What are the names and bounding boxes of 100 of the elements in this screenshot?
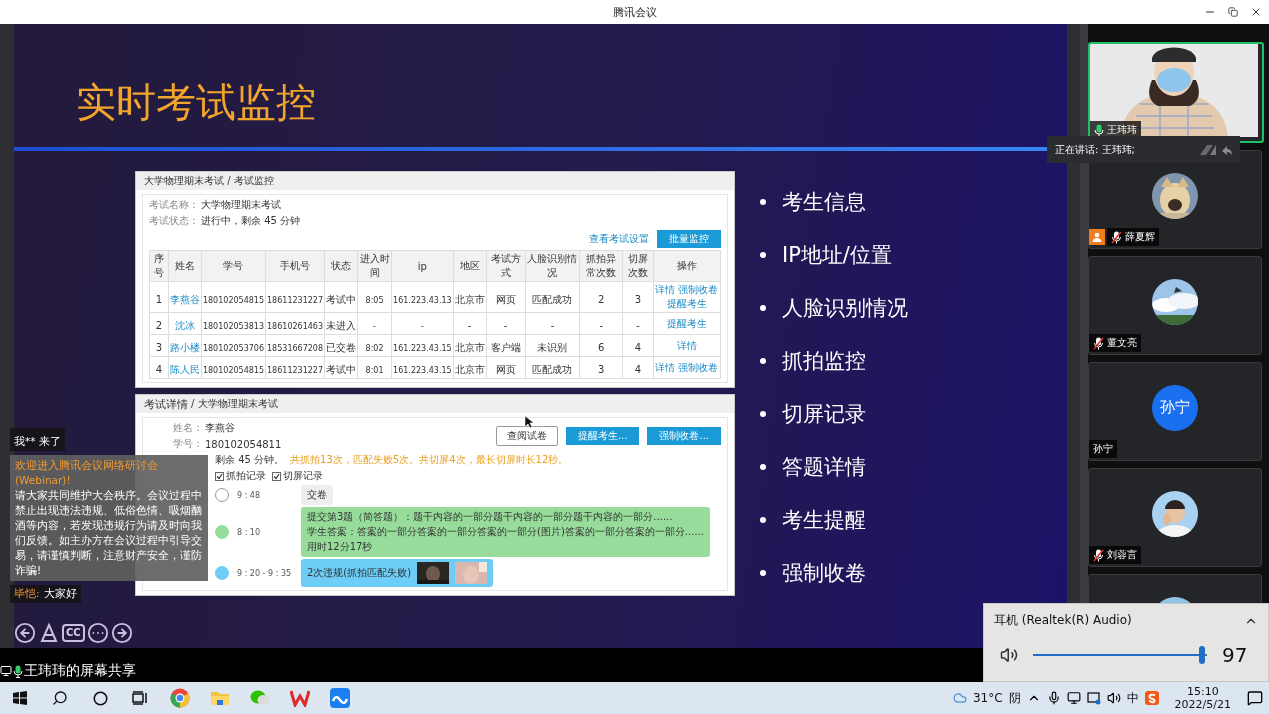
table-cell: 18611231227 xyxy=(267,295,323,305)
column-header: 状态 xyxy=(324,250,358,282)
table-cell: 考试中 xyxy=(326,364,356,375)
table-cell: 161.223.43.15 xyxy=(393,366,452,375)
bullet-text: IP地址/位置 xyxy=(782,242,892,268)
table-cell: 2 xyxy=(155,320,163,331)
column-header: 学号 xyxy=(201,250,266,282)
table-cell: - xyxy=(467,320,472,331)
table-cell: 客户端 xyxy=(490,342,521,353)
table-cell: 161.223.43.15 xyxy=(393,344,452,353)
participant-name: 薛夏辉 xyxy=(1125,230,1155,244)
column-header: 抓拍异常次数 xyxy=(579,250,623,282)
bullet-text: 切屏记录 xyxy=(782,401,866,427)
window-title: 腾讯会议 xyxy=(612,4,657,20)
bullet-text: 考生提醒 xyxy=(782,507,866,533)
table-cell: 18531667208 xyxy=(267,344,323,353)
entry-text: 交卷 xyxy=(307,488,327,502)
bullet-text: 人脸识别情况 xyxy=(782,295,908,321)
table-cell: 已交卷 xyxy=(326,342,356,353)
participant-name: 王玮玮 xyxy=(1107,123,1137,137)
chat-text: 大家好 xyxy=(43,587,77,601)
table-cell: 考试中 xyxy=(326,293,356,305)
table-cell: 匹配成功 xyxy=(532,293,573,305)
table-cell: 网页 xyxy=(495,364,516,375)
table-cell: 3 xyxy=(155,342,163,353)
participant-name: 董文亮 xyxy=(1107,336,1137,350)
bullet-text: 考生信息 xyxy=(782,189,866,215)
table-cell: 180102054815 xyxy=(202,366,264,375)
field-label: 考试名称： xyxy=(149,198,199,212)
breadcrumb: 大学物理期末考试 / 考试监控 xyxy=(144,174,274,188)
field-value: 李燕谷 xyxy=(205,421,235,435)
entry-text: 用时12分17秒 xyxy=(307,540,373,554)
table-cell: 8:05 xyxy=(365,295,384,305)
column-header: 进入时间 xyxy=(357,250,392,282)
column-header: 操作 xyxy=(653,250,721,282)
table-cell: 3 xyxy=(598,364,605,375)
chat-sender: 毕恺: xyxy=(14,587,40,601)
checkbox-label: 抓拍记录 xyxy=(226,469,266,483)
table-cell: 4 xyxy=(155,364,163,375)
timeline-time: 9 : 20 - 9 : 35 xyxy=(237,568,293,578)
table-cell: 18611231227 xyxy=(267,366,323,375)
entry-text: 2次违规(抓拍匹配失败) xyxy=(307,566,412,580)
table-cell: 2 xyxy=(598,293,605,305)
notice-text: 请大家共同维护大会秩序。会议过程中禁止出现违法违规、低俗色情、吸烟酗酒等内容，若发现违规行为请及时向我们反馈。如主办方在会议过程中引导交易，请谨慎判断，注意财产安全，谨防诈骗! xyxy=(15,488,203,578)
table-cell: - xyxy=(373,322,376,331)
table-cell: 4 xyxy=(634,364,642,375)
timeline-time: 9 : 48 xyxy=(237,490,262,500)
table-cell: - xyxy=(636,320,640,331)
column-header: 人脸识别情况 xyxy=(525,250,580,282)
table-cell: - xyxy=(420,322,424,331)
timeline-time: 8 : 10 xyxy=(237,527,262,537)
field-value: 进行中，剩余 45 分钟 xyxy=(201,214,301,228)
share-label: 王玮玮的屏幕共享 xyxy=(24,662,136,680)
table-cell: 18610261463 xyxy=(267,322,323,331)
column-header: 手机号 xyxy=(265,250,325,282)
notice-title: 欢迎进入腾讯会议网络研讨会(Webinar)! xyxy=(15,458,159,488)
exam-status: 剩余 45 分钟。 xyxy=(215,453,285,467)
table-cell: 1 xyxy=(155,293,163,305)
checkbox-label: 切屏记录 xyxy=(283,469,323,483)
table-cell: 6 xyxy=(598,342,605,353)
table-cell: 北京市 xyxy=(454,293,485,305)
column-header: 姓名 xyxy=(168,250,202,282)
chat-text: 我** 来了 xyxy=(14,435,61,447)
panel-title: 考试详情 xyxy=(144,396,188,412)
table-cell: 未进入 xyxy=(326,320,356,331)
column-header: 切屏次数 xyxy=(622,250,654,282)
table-cell: 180102054815 xyxy=(202,295,264,305)
volume-reading: 97 xyxy=(1222,643,1248,667)
breadcrumb: / 大学物理期末考试 xyxy=(191,397,278,411)
audio-device-name: 耳机 (Realtek(R) Audio) xyxy=(994,612,1132,629)
table-cell: 180102053813 xyxy=(202,322,264,331)
table-cell: 网页 xyxy=(495,293,516,305)
table-cell: - xyxy=(550,320,555,331)
column-header: 考试方式 xyxy=(486,250,526,282)
temperature: 31°C xyxy=(972,691,1003,705)
slide-title: 实时考试监控 xyxy=(76,80,317,124)
bullet-text: 抓拍监控 xyxy=(782,348,866,374)
weather-text: 阴 xyxy=(1008,689,1021,707)
participant-name: 孙宁 xyxy=(1093,442,1113,456)
column-header: 序号 xyxy=(149,250,169,282)
table-cell: 161.223.43.13 xyxy=(393,295,452,305)
column-header: ip xyxy=(391,250,454,282)
bullet-text: 强制收卷 xyxy=(782,560,866,586)
field-value: 大学物理期末考试 xyxy=(201,198,281,212)
field-label: 考试状态： xyxy=(149,214,199,228)
field-label: 学号： xyxy=(173,437,203,451)
table-cell: - xyxy=(599,320,604,331)
field-value: 180102054811 xyxy=(205,438,282,450)
table-cell: 匹配成功 xyxy=(532,364,573,375)
table-cell: 未识别 xyxy=(537,342,568,353)
participant-name: 刘蓉言 xyxy=(1107,548,1137,562)
table-cell: 180102053706 xyxy=(202,344,264,353)
table-cell: 4 xyxy=(634,342,642,353)
entry-text: 提交第3题（简答题）：题干内容的一部分题干内容的一部分题干内容的一部分...... xyxy=(307,510,673,524)
table-cell: - xyxy=(503,320,508,331)
table-cell: 3 xyxy=(634,293,642,305)
entry-text: 学生答案：答案的一部分答案的一部分答案的一部分(图片)答案的一部分答案的一部分...... xyxy=(307,525,704,539)
table-cell: 8:02 xyxy=(365,344,384,353)
table-cell: 北京市 xyxy=(454,342,485,353)
table-cell: 北京市 xyxy=(454,364,485,375)
